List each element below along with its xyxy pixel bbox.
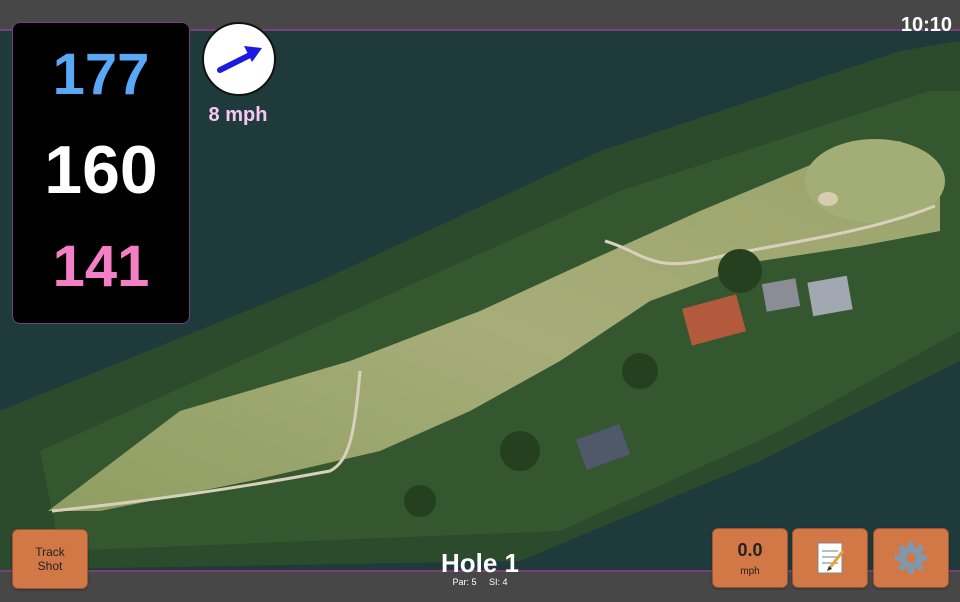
speed-value: 0.0 <box>737 540 763 560</box>
speed-button[interactable]: 0.0 mph <box>712 528 788 588</box>
gear-icon <box>895 542 927 574</box>
speed-unit: mph <box>740 566 760 577</box>
hole-info: Par: 5 SI: 4 <box>380 577 580 587</box>
hole-par: Par: 5 <box>452 577 477 587</box>
track-shot-label-line2: Shot <box>37 559 63 573</box>
track-shot-button[interactable]: Track Shot <box>12 529 88 589</box>
distance-panel: 177 160 141 <box>12 22 190 324</box>
track-shot-label-line1: Track <box>35 545 65 559</box>
settings-button[interactable] <box>873 528 949 588</box>
back-distance: 177 <box>52 42 150 107</box>
notepad-icon <box>817 542 845 574</box>
middle-distance: 160 <box>44 132 158 208</box>
notes-button[interactable] <box>792 528 868 588</box>
front-distance: 141 <box>52 234 150 299</box>
wind-indicator <box>202 22 276 96</box>
arrow-icon <box>217 46 262 73</box>
hole-title: Hole 1 <box>440 548 520 578</box>
hole-stroke-index: SI: 4 <box>489 577 508 587</box>
wind-speed: 8 mph <box>208 104 268 126</box>
